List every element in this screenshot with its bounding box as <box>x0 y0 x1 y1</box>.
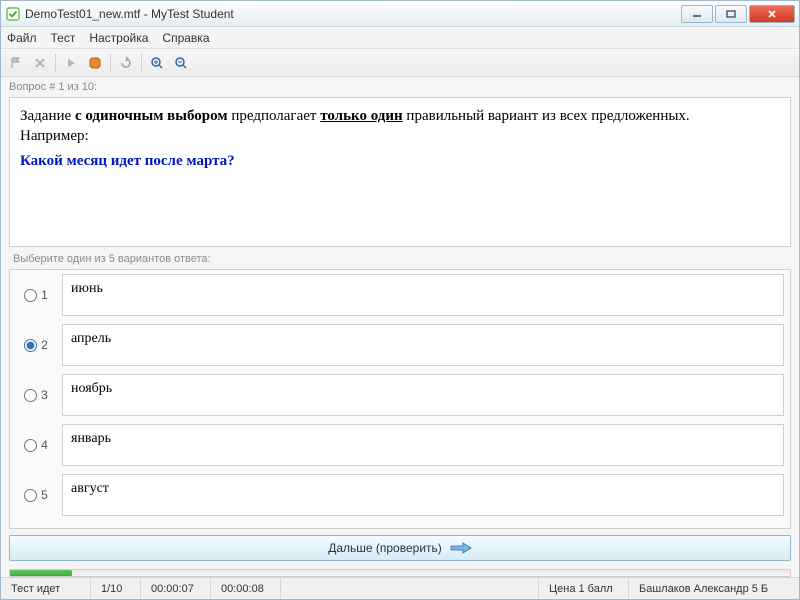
answer-number: 2 <box>41 338 48 352</box>
answers-panel: 1 июнь 2 апрель 3 ноябрь <box>9 269 791 529</box>
arrow-right-icon <box>450 542 472 554</box>
radio-input[interactable] <box>24 289 37 302</box>
status-spacer <box>281 578 539 599</box>
radio-input[interactable] <box>24 439 37 452</box>
status-total: 00:00:08 <box>211 578 281 599</box>
menu-settings[interactable]: Настройка <box>89 31 148 45</box>
cancel-icon[interactable] <box>31 54 49 72</box>
next-button-label: Дальше (проверить) <box>328 541 442 555</box>
answer-number: 1 <box>41 288 48 302</box>
answer-text[interactable]: июнь <box>62 274 784 316</box>
question-line1-mid: предполагает <box>228 108 321 124</box>
answer-row: 5 август <box>10 470 790 520</box>
answer-number: 4 <box>41 438 48 452</box>
maximize-icon <box>726 10 736 18</box>
minimize-button[interactable] <box>681 5 713 23</box>
radio-input[interactable] <box>24 389 37 402</box>
play-icon[interactable] <box>62 54 80 72</box>
answer-radio-5[interactable]: 5 <box>10 470 62 520</box>
menu-file[interactable]: Файл <box>7 31 37 45</box>
time-progress-fill <box>10 570 72 576</box>
toolbar-separator <box>141 54 142 72</box>
close-icon <box>767 10 777 18</box>
answer-row: 3 ноябрь <box>10 370 790 420</box>
answer-text[interactable]: август <box>62 474 784 516</box>
close-button[interactable] <box>749 5 795 23</box>
window-controls <box>679 5 795 23</box>
answer-text[interactable]: январь <box>62 424 784 466</box>
answer-radio-2[interactable]: 2 <box>10 320 62 370</box>
question-text: Задание с одиночным выбором предполагает… <box>9 97 791 247</box>
zoom-out-icon[interactable] <box>172 54 190 72</box>
answer-row: 2 апрель <box>10 320 790 370</box>
status-price: Цена 1 балл <box>539 578 629 599</box>
answers-instruction: Выберите один из 5 вариантов ответа: <box>9 247 791 269</box>
minimize-icon <box>692 10 702 18</box>
answer-radio-4[interactable]: 4 <box>10 420 62 470</box>
app-window: DemoTest01_new.mtf - MyTest Student Файл… <box>0 0 800 600</box>
flag-down-icon[interactable] <box>7 54 25 72</box>
window-title: DemoTest01_new.mtf - MyTest Student <box>25 7 679 21</box>
statusbar: Тест идет 1/10 00:00:07 00:00:08 Цена 1 … <box>1 577 799 599</box>
maximize-button[interactable] <box>715 5 747 23</box>
question-line2: Например: <box>20 128 89 144</box>
question-prompt: Какой месяц идет после марта? <box>20 151 780 171</box>
menubar: Файл Тест Настройка Справка <box>1 27 799 49</box>
answer-radio-3[interactable]: 3 <box>10 370 62 420</box>
radio-input[interactable] <box>24 489 37 502</box>
zoom-in-icon[interactable] <box>148 54 166 72</box>
answer-radio-1[interactable]: 1 <box>10 270 62 320</box>
toolbar-separator <box>55 54 56 72</box>
status-counter: 1/10 <box>91 578 141 599</box>
next-button[interactable]: Дальше (проверить) <box>9 535 791 561</box>
status-state: Тест идет <box>1 578 91 599</box>
status-elapsed: 00:00:07 <box>141 578 211 599</box>
question-line1-pre: Задание <box>20 108 75 124</box>
answer-number: 3 <box>41 388 48 402</box>
answer-row: 4 январь <box>10 420 790 470</box>
answer-number: 5 <box>41 488 48 502</box>
titlebar: DemoTest01_new.mtf - MyTest Student <box>1 1 799 27</box>
question-progress-label: Вопрос # 1 из 10: <box>1 77 799 97</box>
question-line1-under: только один <box>320 108 402 124</box>
menu-help[interactable]: Справка <box>162 31 209 45</box>
answer-row: 1 июнь <box>10 270 790 320</box>
time-progress-bar <box>9 569 791 577</box>
content-area: Задание с одиночным выбором предполагает… <box>1 97 799 565</box>
answer-text[interactable]: ноябрь <box>62 374 784 416</box>
answer-text[interactable]: апрель <box>62 324 784 366</box>
question-line1-bold: с одиночным выбором <box>75 108 228 124</box>
app-icon <box>5 6 21 22</box>
toolbar <box>1 49 799 77</box>
stop-icon[interactable] <box>86 54 104 72</box>
radio-input[interactable] <box>24 339 37 352</box>
question-line1-post: правильный вариант из всех предложенных. <box>403 108 690 124</box>
menu-test[interactable]: Тест <box>51 31 76 45</box>
reload-icon[interactable] <box>117 54 135 72</box>
toolbar-separator <box>110 54 111 72</box>
status-author: Башлаков Александр 5 Б <box>629 578 799 599</box>
